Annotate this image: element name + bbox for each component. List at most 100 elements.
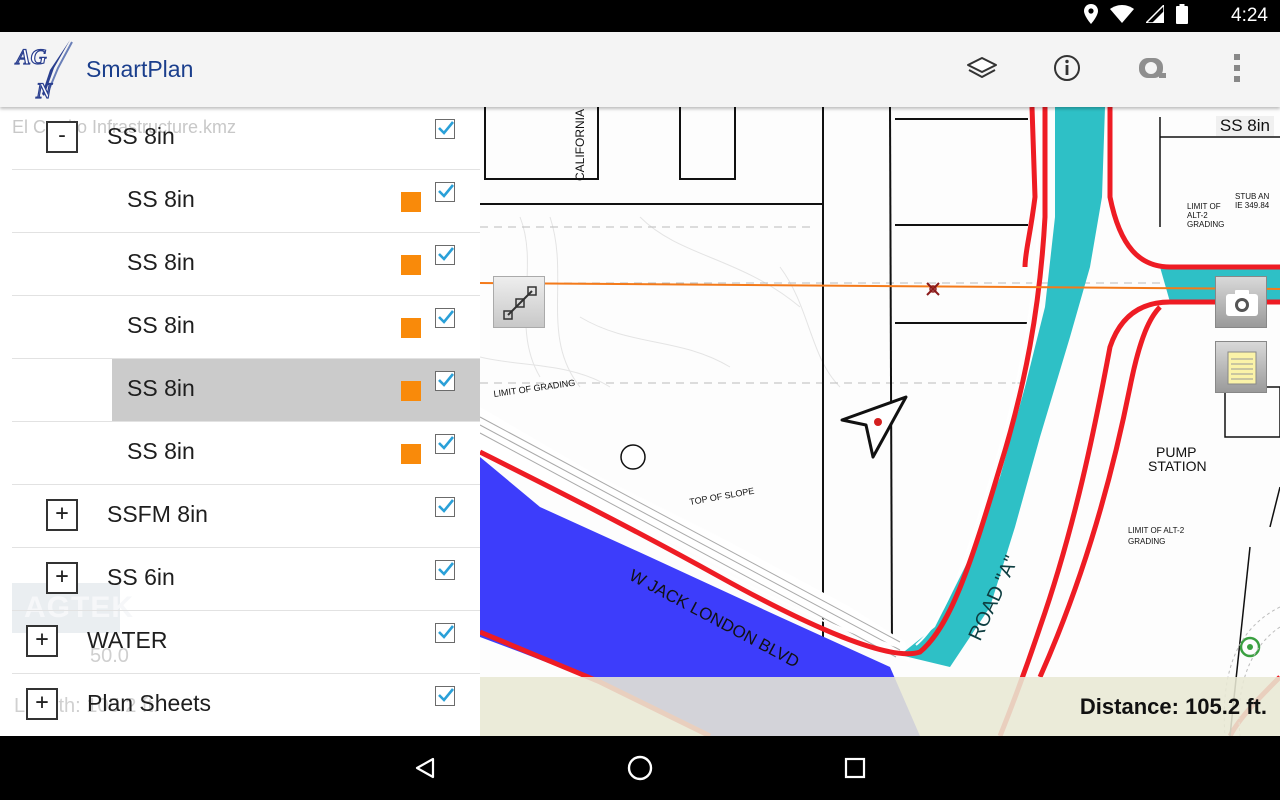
layer-visibility-checkbox[interactable]: [435, 560, 455, 580]
layers-button[interactable]: [962, 50, 1002, 90]
map-label-station: STATION: [1148, 458, 1207, 474]
recents-icon: [844, 757, 866, 779]
checkmark-icon: [438, 373, 455, 387]
checkmark-icon: [438, 688, 455, 702]
layer-visibility-checkbox[interactable]: [435, 371, 455, 391]
layer-color-swatch: [401, 381, 421, 401]
checkmark-icon: [438, 121, 455, 135]
tape-measure-icon: [1137, 55, 1167, 86]
app-bar: AG N SmartPlan: [0, 32, 1280, 107]
layer-visibility-checkbox[interactable]: [435, 308, 455, 328]
battery-icon: [1176, 3, 1188, 29]
map-label-stub: STUB AN: [1235, 192, 1269, 201]
expand-button[interactable]: +: [46, 562, 78, 594]
agtek-logo: AG N: [13, 38, 78, 104]
snap-tool-button[interactable]: [493, 276, 545, 328]
note-button[interactable]: [1215, 341, 1267, 393]
layer-visibility-checkbox[interactable]: [435, 182, 455, 202]
map-label-grading-right: GRADING: [1128, 537, 1165, 546]
map-label-top-of-slope: TOP OF SLOPE: [689, 486, 755, 507]
layer-color-swatch: [401, 192, 421, 212]
layer-label: SS 8in: [127, 249, 195, 275]
layer-row-plan-sheets[interactable]: + Plan Sheets: [12, 674, 480, 736]
layer-label: SS 8in: [127, 438, 195, 464]
info-button[interactable]: [1047, 50, 1087, 90]
layer-visibility-checkbox[interactable]: [435, 497, 455, 517]
app-title: SmartPlan: [86, 56, 194, 82]
back-icon: [415, 757, 435, 779]
camera-button[interactable]: [1215, 276, 1267, 328]
layer-row-ss8in-4[interactable]: SS 8in: [12, 359, 480, 422]
layer-row-ss8in-3[interactable]: SS 8in: [12, 296, 480, 359]
layer-row-ss8in-group[interactable]: - SS 8in: [12, 107, 480, 170]
overflow-menu-button[interactable]: [1217, 50, 1257, 90]
expand-button[interactable]: +: [46, 499, 78, 531]
layer-row-ss8in-1[interactable]: SS 8in: [12, 170, 480, 233]
overflow-menu-icon: [1233, 53, 1241, 87]
layer-label: Plan Sheets: [87, 690, 212, 716]
layers-icon: [966, 55, 998, 86]
layer-visibility-checkbox[interactable]: [435, 119, 455, 139]
recents-button[interactable]: [837, 750, 873, 786]
checkmark-icon: [438, 310, 455, 324]
collapse-button[interactable]: -: [46, 121, 78, 153]
map-label-california: CALIFORNIA: [573, 109, 587, 181]
layer-label: SS 8in: [107, 123, 175, 149]
svg-text:N: N: [35, 78, 53, 102]
expand-button[interactable]: +: [26, 625, 58, 657]
layer-label: SS 6in: [107, 564, 175, 590]
layer-visibility-checkbox[interactable]: [435, 434, 455, 454]
layer-label: SS 8in: [127, 186, 195, 212]
layer-label: WATER: [87, 627, 168, 653]
checkmark-icon: [438, 562, 455, 576]
checkmark-icon: [438, 625, 455, 639]
map-label-grading-top: GRADING: [1187, 220, 1224, 229]
layer-color-swatch: [401, 255, 421, 275]
layer-visibility-checkbox[interactable]: [435, 245, 455, 265]
map-label-limit-of-grading: LIMIT OF GRADING: [493, 378, 576, 399]
status-bar: 4:24: [0, 0, 1280, 32]
layer-row-ss8in-5[interactable]: SS 8in: [12, 422, 480, 485]
wifi-icon: [1110, 4, 1134, 28]
layer-row-water[interactable]: + WATER: [12, 611, 480, 674]
layers-panel: El Cerrito Infrastructure.kmz AGTEK 50.0…: [0, 107, 480, 736]
measure-button[interactable]: [1132, 50, 1172, 90]
checkmark-icon: [438, 247, 455, 261]
layer-label: SS 8in: [127, 312, 195, 338]
back-button[interactable]: [407, 750, 443, 786]
checkmark-icon: [438, 499, 455, 513]
map-label-stub-ie: IE 349.84: [1235, 201, 1270, 210]
layer-color-swatch: [401, 444, 421, 464]
plan-drawing: CALIFORNIA LIMIT OF GRADING TOP OF SLOPE…: [480, 107, 1280, 736]
layer-visibility-checkbox[interactable]: [435, 686, 455, 706]
signal-icon: [1144, 2, 1165, 28]
layer-row-ss8in-2[interactable]: SS 8in: [12, 233, 480, 296]
layer-color-swatch: [401, 318, 421, 338]
checkmark-icon: [438, 184, 455, 198]
layer-label: SS 8in: [127, 375, 195, 401]
home-icon: [627, 755, 653, 781]
distance-bar: Distance: 105.2 ft.: [480, 677, 1280, 736]
map-label-limit-alt-right: LIMIT OF ALT-2: [1128, 526, 1185, 535]
expand-button[interactable]: +: [26, 688, 58, 720]
layer-label: SSFM 8in: [107, 501, 208, 527]
layer-row-ssfm8in[interactable]: + SSFM 8in: [12, 485, 480, 548]
navigation-bar: [0, 736, 1280, 800]
svg-text:AG: AG: [14, 44, 47, 69]
status-clock: 4:24: [1231, 5, 1268, 26]
note-icon: [1227, 351, 1257, 385]
screen: 4:24 AG N SmartPlan El Cerrito Infrastru…: [0, 0, 1280, 800]
location-icon: [1084, 3, 1098, 29]
camera-icon: [1226, 290, 1258, 316]
snap-line-icon: [503, 286, 537, 320]
info-icon: [1053, 54, 1081, 87]
map-label-limit-of: LIMIT OF: [1187, 202, 1221, 211]
checkmark-icon: [438, 436, 455, 450]
plan-map-view[interactable]: CALIFORNIA LIMIT OF GRADING TOP OF SLOPE…: [480, 107, 1280, 736]
map-label-alt-2: ALT-2: [1187, 211, 1208, 220]
layer-row-ss6in[interactable]: + SS 6in: [12, 548, 480, 611]
layer-visibility-checkbox[interactable]: [435, 623, 455, 643]
active-layer-badge: SS 8in: [1215, 116, 1274, 136]
home-button[interactable]: [622, 750, 658, 786]
distance-readout: Distance: 105.2 ft.: [1079, 694, 1267, 719]
